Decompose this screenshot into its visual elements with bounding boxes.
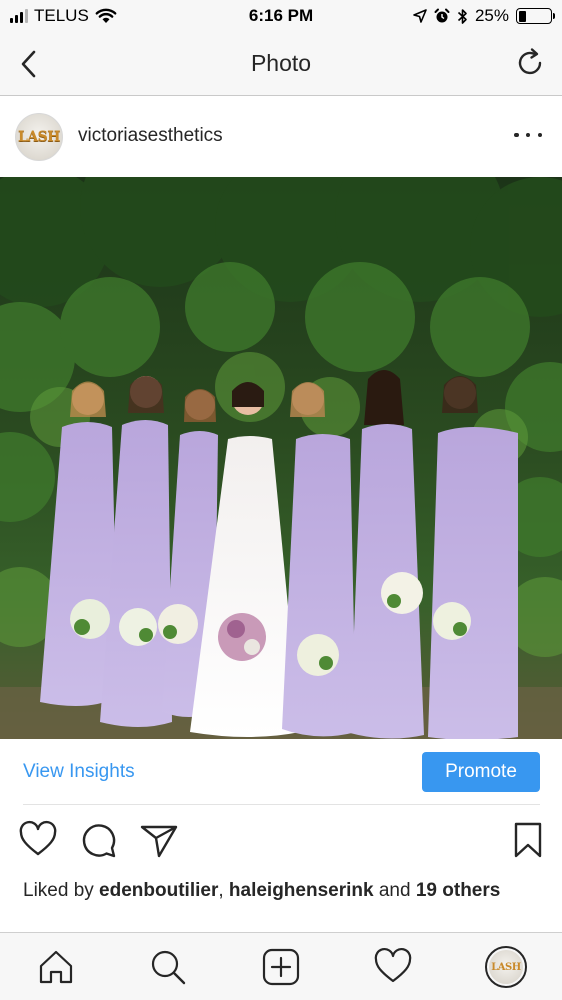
activity-heart-icon[interactable]: [373, 947, 413, 987]
view-insights-link[interactable]: View Insights: [23, 761, 135, 783]
status-bar: TELUS 6:16 PM 25%: [0, 0, 562, 32]
profile-avatar-logo-text: LASH: [491, 961, 521, 973]
battery-icon: [516, 8, 555, 24]
share-icon[interactable]: [139, 820, 179, 860]
status-right: 25%: [413, 6, 555, 26]
likes-text: Liked by edenboutilier, haleighenserink …: [23, 878, 523, 903]
alarm-icon: [434, 8, 450, 23]
search-icon[interactable]: [148, 947, 188, 987]
others-label[interactable]: others: [442, 880, 500, 901]
bluetooth-icon: [457, 8, 467, 24]
action-row: [0, 820, 562, 864]
tab-bar: LASH: [0, 932, 562, 1000]
likes-separator: ,: [218, 880, 229, 901]
username[interactable]: victoriasesthetics: [78, 125, 223, 147]
heart-icon[interactable]: [18, 820, 58, 860]
battery-label: 25%: [474, 6, 509, 25]
comment-icon[interactable]: [79, 820, 119, 860]
others-count[interactable]: 19: [416, 880, 437, 901]
refresh-icon[interactable]: [514, 46, 548, 80]
more-horizontal-icon[interactable]: [514, 125, 542, 145]
profile-avatar[interactable]: LASH: [485, 946, 527, 988]
promote-button[interactable]: Promote: [422, 752, 540, 792]
home-icon[interactable]: [36, 947, 76, 987]
likes-prefix: Liked by: [23, 880, 100, 901]
liker-link[interactable]: haleighenserink: [229, 880, 374, 901]
insights-row: View Insights Promote: [0, 739, 562, 805]
nav-header: Photo: [0, 32, 562, 96]
location-icon: [413, 9, 427, 23]
post-photo[interactable]: [0, 177, 562, 739]
page-title: Photo: [250, 50, 312, 76]
add-post-icon[interactable]: [261, 947, 301, 987]
post-header: LASH victoriasesthetics: [0, 97, 562, 177]
photo-image: [0, 177, 562, 739]
bookmark-icon[interactable]: [508, 820, 548, 860]
battery-level: [518, 10, 527, 22]
liker-link[interactable]: edenboutilier: [99, 880, 218, 901]
divider: [23, 804, 540, 805]
avatar[interactable]: LASH: [15, 113, 63, 161]
profile-avatar-image: LASH: [489, 950, 523, 984]
likes-and: and: [373, 880, 416, 901]
avatar-logo-text: LASH: [17, 129, 61, 145]
